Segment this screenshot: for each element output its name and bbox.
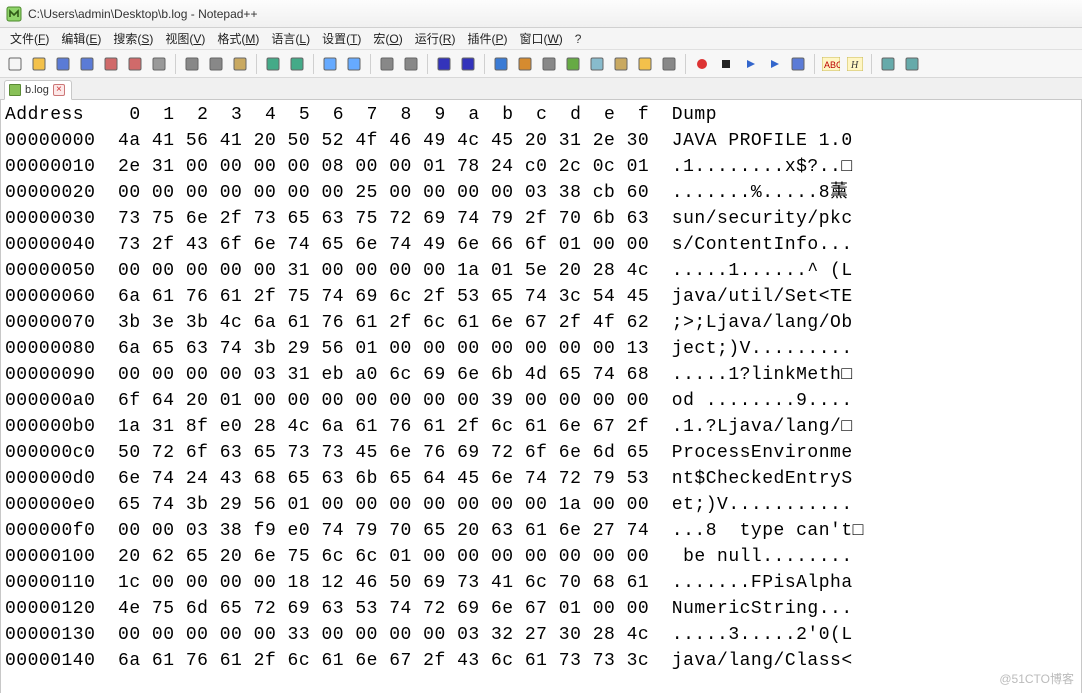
highlight-icon[interactable]: H bbox=[844, 53, 866, 75]
titlebar: C:\Users\admin\Desktop\b.log - Notepad++ bbox=[0, 0, 1082, 28]
menu-help[interactable]: ? bbox=[569, 30, 588, 48]
open-file-icon[interactable] bbox=[28, 53, 50, 75]
folder-workspace-icon[interactable] bbox=[634, 53, 656, 75]
svg-text:H: H bbox=[850, 60, 859, 71]
spellcheck-icon[interactable]: ABC bbox=[820, 53, 842, 75]
menu-语言[interactable]: 语言(L) bbox=[265, 28, 316, 49]
paste-icon[interactable] bbox=[229, 53, 251, 75]
play-macro-icon[interactable] bbox=[739, 53, 761, 75]
toolbar-separator bbox=[313, 54, 314, 74]
app-icon bbox=[6, 6, 22, 22]
close-icon[interactable] bbox=[100, 53, 122, 75]
toolbar-separator bbox=[484, 54, 485, 74]
menu-编辑[interactable]: 编辑(E) bbox=[55, 28, 107, 49]
menu-插件[interactable]: 插件(P) bbox=[461, 28, 513, 49]
menu-格式[interactable]: 格式(M) bbox=[211, 28, 265, 49]
record-macro-icon[interactable] bbox=[691, 53, 713, 75]
undo-icon[interactable] bbox=[262, 53, 284, 75]
menu-设置[interactable]: 设置(T) bbox=[316, 28, 367, 49]
toolbar-separator bbox=[175, 54, 176, 74]
menu-宏[interactable]: 宏(O) bbox=[367, 28, 408, 49]
window-title: C:\Users\admin\Desktop\b.log - Notepad++ bbox=[28, 7, 257, 21]
zoom-in-icon[interactable] bbox=[376, 53, 398, 75]
toolbar-separator bbox=[685, 54, 686, 74]
menu-视图[interactable]: 视图(V) bbox=[159, 28, 211, 49]
lang-icon[interactable] bbox=[562, 53, 584, 75]
menubar: 文件(F)编辑(E)搜索(S)视图(V)格式(M)语言(L)设置(T)宏(O)运… bbox=[0, 28, 1082, 50]
cut-icon[interactable] bbox=[181, 53, 203, 75]
all-chars-icon[interactable] bbox=[514, 53, 536, 75]
new-file-icon[interactable] bbox=[4, 53, 26, 75]
menu-运行[interactable]: 运行(R) bbox=[409, 28, 462, 49]
monitor-icon[interactable] bbox=[658, 53, 680, 75]
stop-macro-icon[interactable] bbox=[715, 53, 737, 75]
wordwrap-icon[interactable] bbox=[490, 53, 512, 75]
zoom-out-icon[interactable] bbox=[400, 53, 422, 75]
menu-搜索[interactable]: 搜索(S) bbox=[107, 28, 159, 49]
save-icon[interactable] bbox=[52, 53, 74, 75]
toolbar: ABC H bbox=[0, 50, 1082, 78]
save-all-icon[interactable] bbox=[76, 53, 98, 75]
sync-h-icon[interactable] bbox=[457, 53, 479, 75]
close-all-icon[interactable] bbox=[124, 53, 146, 75]
sync-v-icon[interactable] bbox=[433, 53, 455, 75]
find-icon[interactable] bbox=[319, 53, 341, 75]
toolbar-separator bbox=[370, 54, 371, 74]
indent-guide-icon[interactable] bbox=[538, 53, 560, 75]
replace-icon[interactable] bbox=[343, 53, 365, 75]
play-multi-icon[interactable] bbox=[763, 53, 785, 75]
tab-label: b.log bbox=[25, 84, 49, 96]
menu-窗口[interactable]: 窗口(W) bbox=[513, 28, 568, 49]
tab-b-log[interactable]: b.log × bbox=[4, 80, 72, 100]
toolbar-separator bbox=[427, 54, 428, 74]
svg-text:ABC: ABC bbox=[824, 60, 840, 70]
hex-dump: Address 0 1 2 3 4 5 6 7 8 9 a b c d e f … bbox=[1, 100, 1081, 676]
toolbar-separator bbox=[256, 54, 257, 74]
compare-icon[interactable] bbox=[877, 53, 899, 75]
compare-clear-icon[interactable] bbox=[901, 53, 923, 75]
print-icon[interactable] bbox=[148, 53, 170, 75]
func-list-icon[interactable] bbox=[610, 53, 632, 75]
toolbar-separator bbox=[814, 54, 815, 74]
copy-icon[interactable] bbox=[205, 53, 227, 75]
save-macro-icon[interactable] bbox=[787, 53, 809, 75]
tab-strip: b.log × bbox=[0, 78, 1082, 100]
menu-文件[interactable]: 文件(F) bbox=[4, 28, 55, 49]
redo-icon[interactable] bbox=[286, 53, 308, 75]
toolbar-separator bbox=[871, 54, 872, 74]
tab-close-button[interactable]: × bbox=[53, 84, 65, 96]
doc-map-icon[interactable] bbox=[586, 53, 608, 75]
file-icon bbox=[9, 84, 21, 96]
editor-area[interactable]: Address 0 1 2 3 4 5 6 7 8 9 a b c d e f … bbox=[0, 100, 1082, 693]
